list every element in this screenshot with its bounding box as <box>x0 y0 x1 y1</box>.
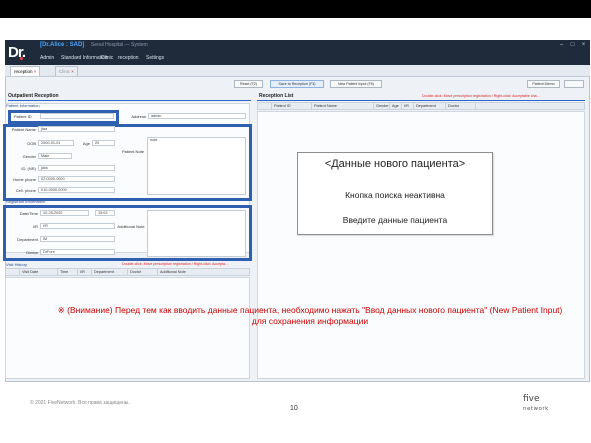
age-input[interactable]: 20 <box>92 140 115 146</box>
new-patient-input-button[interactable]: New Patient Input (F5) <box>330 80 382 88</box>
address-input[interactable]: admin <box>148 113 246 119</box>
reception-list-title: Reception List <box>259 93 294 99</box>
id-number-input[interactable]: jaks <box>38 165 115 171</box>
datetime-label: Date/Time <box>19 211 38 216</box>
reception-title-underline <box>257 100 585 101</box>
visit-col-ir: I/R <box>78 269 92 276</box>
visit-select-col[interactable] <box>6 269 20 276</box>
patient-memo-button[interactable]: Patient Memo <box>527 80 560 88</box>
attention-note: ※ (Внимание) Перед тем как вводить данны… <box>57 305 563 326</box>
reset-button[interactable]: Reset (F2) <box>234 80 263 88</box>
visit-history-hint: Double-click: Move prescription registra… <box>122 262 229 266</box>
logo-dot <box>20 57 23 60</box>
visit-col-doctor: Doctor <box>128 269 158 276</box>
maximize-icon[interactable]: □ <box>569 42 576 48</box>
reception-list-hint: Double-click: Move prescription registra… <box>422 94 540 98</box>
tab-close-icon[interactable]: × <box>71 69 74 74</box>
reception-col-department: Department <box>414 103 446 110</box>
home-phone-input[interactable]: 02-0000-0000 <box>38 176 115 182</box>
visit-history-header: Visit History <box>6 262 28 267</box>
reception-col-extra <box>476 103 586 110</box>
reception-list-header-row: Patient ID Patient Name Gender Age I/R D… <box>257 102 585 110</box>
registrant-info-header: Registrant information <box>6 199 46 204</box>
slide-top-bar <box>0 0 591 18</box>
gender-select[interactable]: Male <box>38 153 72 159</box>
patient-name-label: Patient Name <box>11 127 36 132</box>
visit-col-time: Time <box>58 269 78 276</box>
tab-reception-label: reception <box>14 69 33 74</box>
reception-col-ir: I/R <box>402 103 414 110</box>
department-select[interactable]: IM <box>40 236 115 242</box>
reception-col-age: Age <box>390 103 402 110</box>
close-icon[interactable]: × <box>580 42 587 48</box>
address-label: Address <box>131 114 146 119</box>
reception-select-col[interactable] <box>258 103 272 110</box>
dob-label: DOB <box>27 141 36 146</box>
ir-label: I/R <box>32 224 38 229</box>
visit-history-header-row: Visit Date Time I/R Department Doctor Ad… <box>5 268 250 276</box>
app-title: [Dr.Alice : SAD] <box>40 42 85 48</box>
tab-reception[interactable]: reception × <box>10 66 41 76</box>
outpatient-reception-title: Outpatient Reception <box>8 93 59 99</box>
patient-id-label: Patient ID <box>14 114 32 119</box>
tab-bar <box>5 65 590 77</box>
brand-logo-bottom: network <box>523 406 549 412</box>
reception-col-patient-id: Patient ID <box>272 103 312 110</box>
menu-clinic[interactable]: Clinic <box>101 55 113 61</box>
doctor-label: Doctor <box>26 250 38 255</box>
time-input[interactable]: 15:03 <box>95 210 115 216</box>
patient-note-label: Patient Note <box>121 149 144 154</box>
additional-note-label: Additional Note <box>117 224 145 229</box>
visit-col-department: Department <box>92 269 128 276</box>
visit-col-additional-note: Additional Note <box>160 270 186 274</box>
menu-reception[interactable]: reception <box>118 55 139 61</box>
patient-name-input[interactable]: jtaa <box>38 126 115 132</box>
reception-col-patient-name: Patient Name <box>312 103 374 110</box>
callout-line-search-disabled: Кнопка поиска неактивна <box>345 190 445 200</box>
reception-col-gender: Gender <box>376 103 390 110</box>
tab-close-icon[interactable]: × <box>34 69 37 74</box>
home-phone-label: Home phone <box>13 177 36 182</box>
toolbar-extra-button[interactable] <box>564 80 584 88</box>
visit-history-grid <box>5 277 250 379</box>
minimize-icon[interactable]: – <box>558 42 565 48</box>
app-subtitle: Seoul Hospital — System <box>91 42 148 48</box>
cell-phone-input[interactable]: 010-0000-0000 <box>38 187 115 193</box>
menu-admin[interactable]: Admin <box>40 55 54 61</box>
id-number-label: ID. (NR) <box>21 166 36 171</box>
outpatient-title-underline <box>8 100 251 101</box>
app-logo: Dr. <box>8 44 26 61</box>
visit-col-date: Visit Date <box>20 269 58 276</box>
brand-logo-top: five <box>523 394 540 404</box>
additional-note-textarea[interactable] <box>147 210 246 257</box>
department-label: Department <box>17 237 38 242</box>
patient-id-input[interactable] <box>40 113 114 119</box>
save-to-reception-button[interactable]: Save to Reception (F3) <box>270 80 324 88</box>
doctor-select[interactable]: DrFore <box>40 249 115 255</box>
patient-note-textarea[interactable]: note <box>147 137 246 195</box>
date-input[interactable]: 10-25-2020 <box>40 210 89 216</box>
callout-line-enter-data: Введите данные пациента <box>342 215 448 225</box>
tab-clinic-label: Clinic <box>59 69 71 74</box>
dob-input[interactable]: 2000-01-01 <box>38 140 74 146</box>
page-number: 10 <box>290 405 298 412</box>
callout-title: <Данные нового пациента> <box>324 158 466 170</box>
age-label: Age <box>82 141 90 146</box>
gender-label: Gender <box>22 154 36 159</box>
patient-info-header: Patient Information <box>6 103 40 108</box>
menu-settings[interactable]: Settings <box>146 55 164 61</box>
footer-copyright: © 2021 FiveNetwork. Все права защищены. <box>30 400 130 406</box>
reception-col-doctor: Doctor <box>446 103 476 110</box>
cell-phone-label: Cell. phone <box>15 188 36 193</box>
tab-clinic[interactable]: Clinic × <box>55 66 78 76</box>
ir-select[interactable]: I/R <box>40 223 115 229</box>
